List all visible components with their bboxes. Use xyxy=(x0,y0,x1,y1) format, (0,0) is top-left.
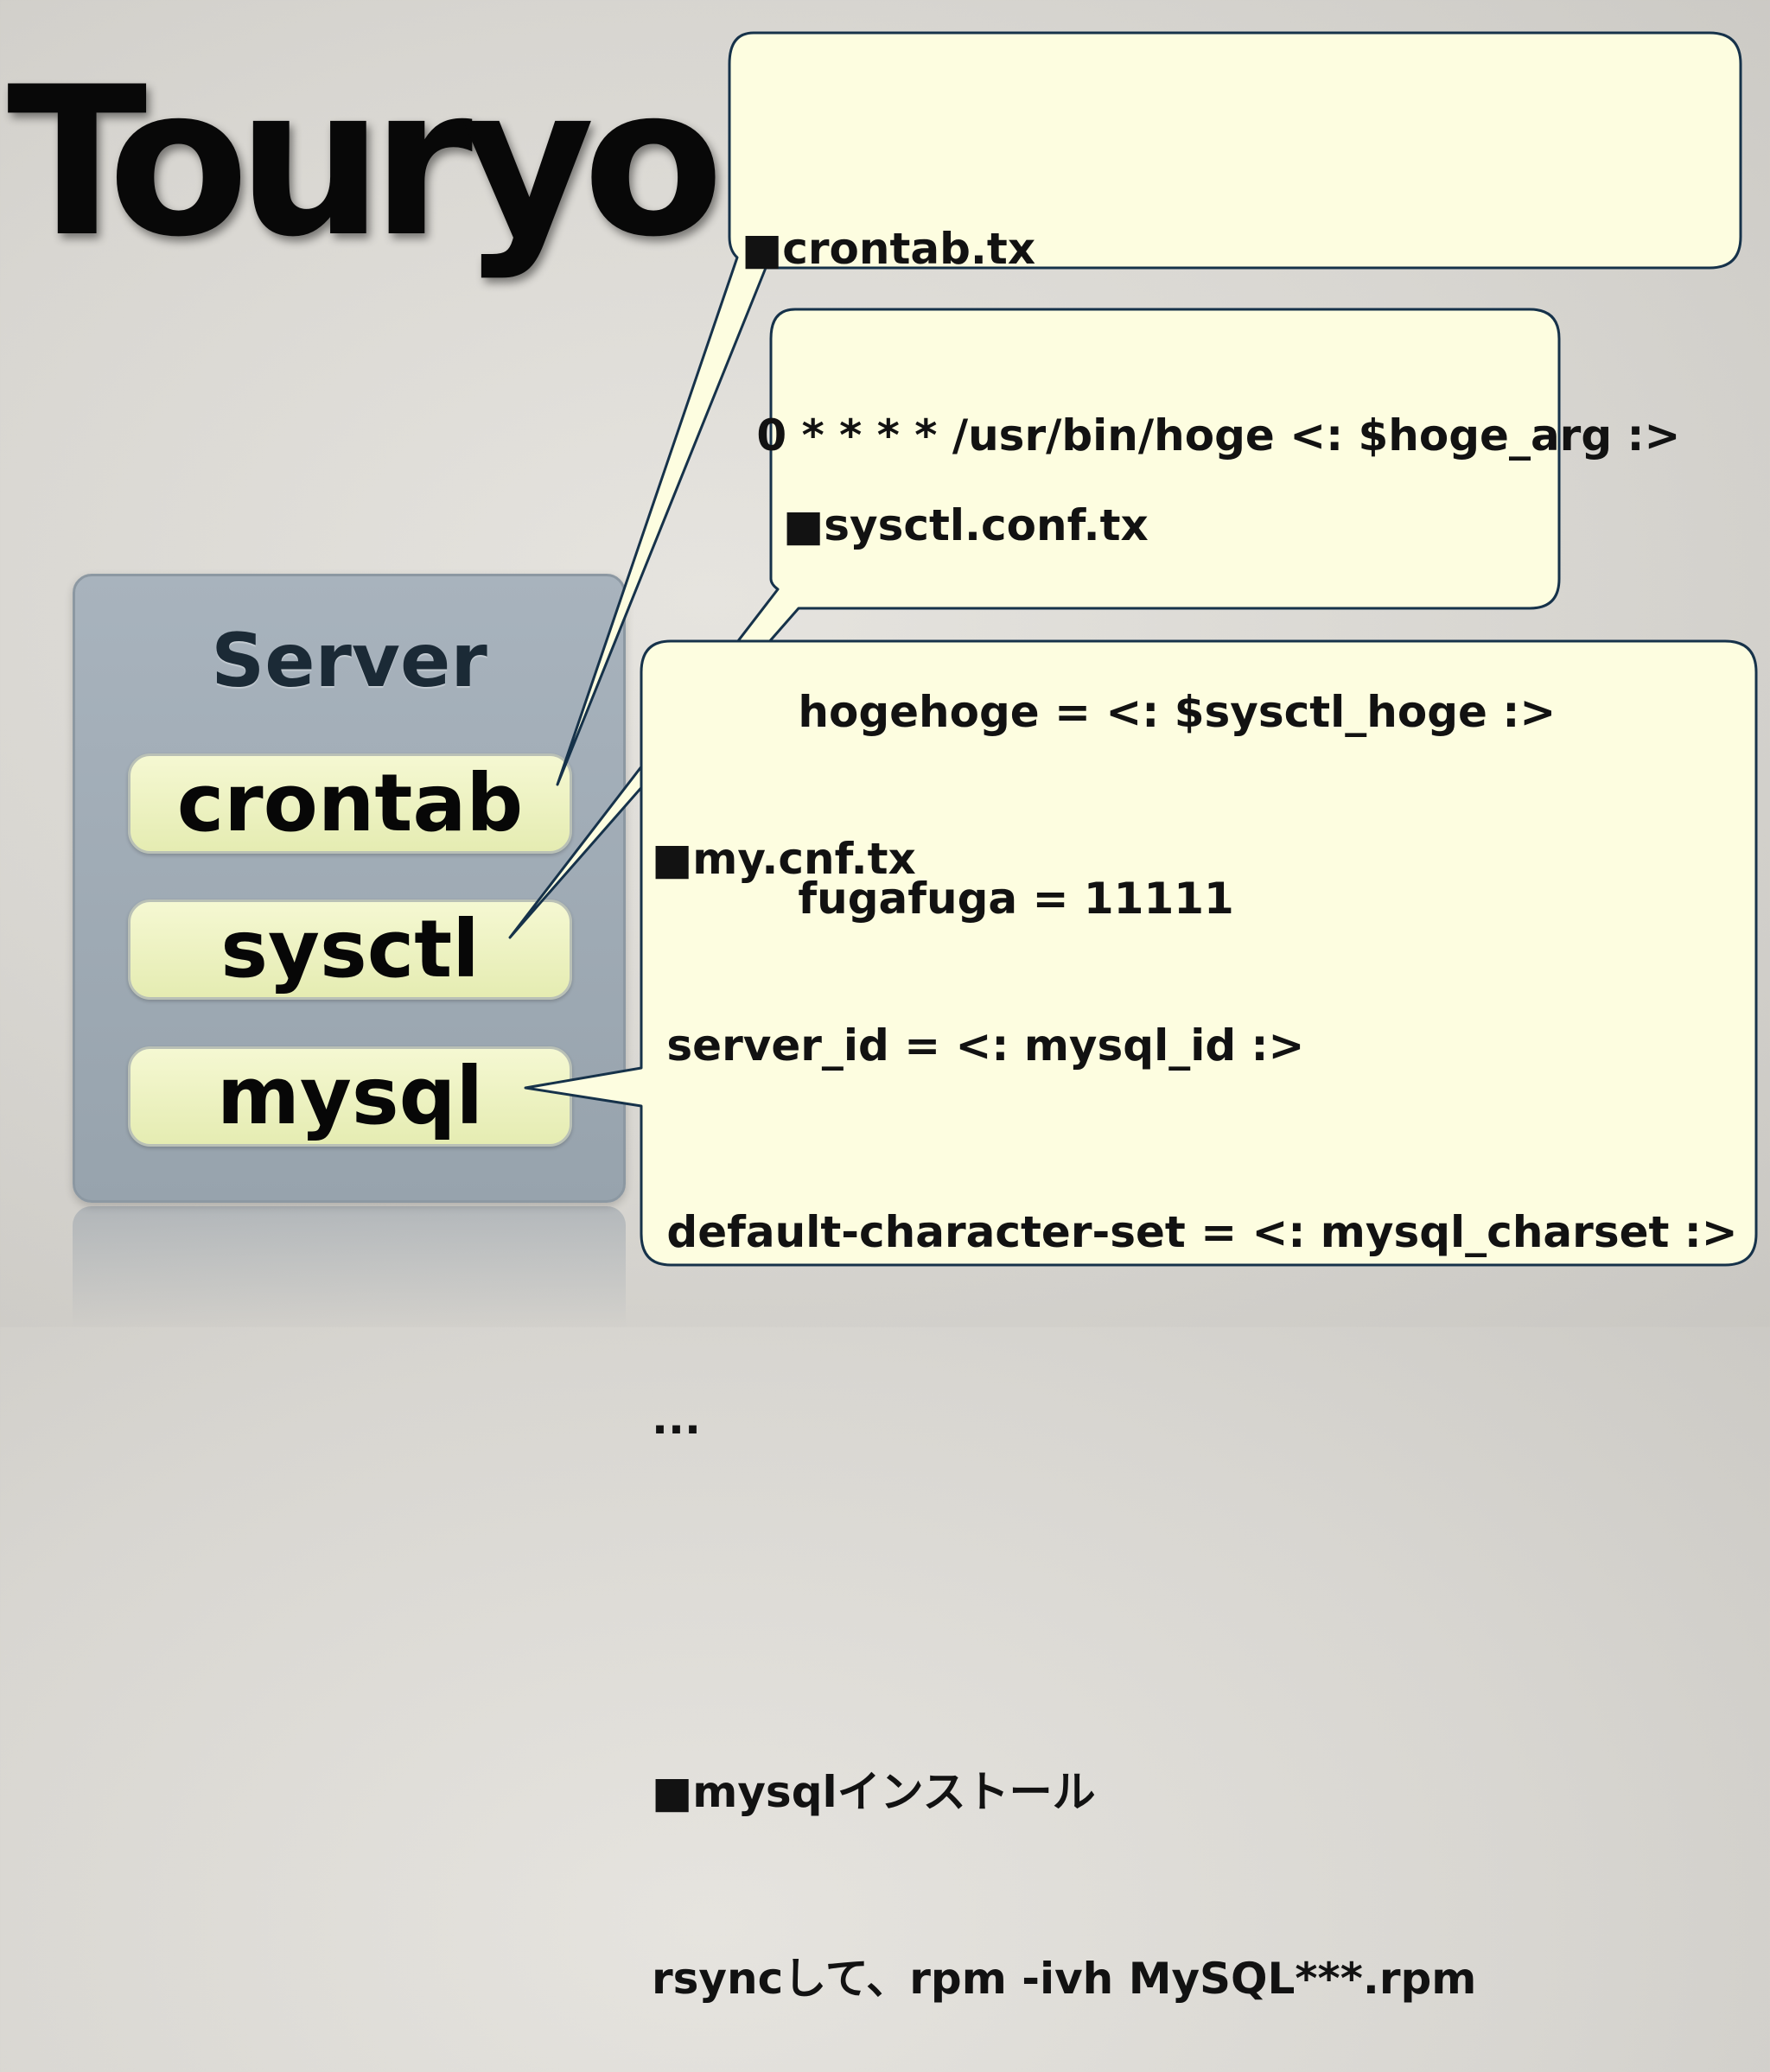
callout-line: ■mysqlインストール xyxy=(652,1767,1096,1817)
callout-mysql-text: ■my.cnf.tx server_id = <: mysql_id :> de… xyxy=(652,703,1738,2072)
callout-line: default-character-set = <: mysql_charset… xyxy=(652,1207,1738,1257)
callout-line: server_id = <: mysql_id :> xyxy=(652,1020,1305,1071)
callout-line: ■sysctl.conf.tx xyxy=(783,500,1149,550)
callout-line: ■my.cnf.tx xyxy=(652,834,916,884)
callout-line: ■crontab.tx xyxy=(742,224,1036,274)
callout-line: ... xyxy=(652,1394,701,1444)
callout-line: rsyncして、rpm -ivh MySQL***.rpm xyxy=(652,1954,1477,2004)
callout-line xyxy=(652,1574,1738,1637)
